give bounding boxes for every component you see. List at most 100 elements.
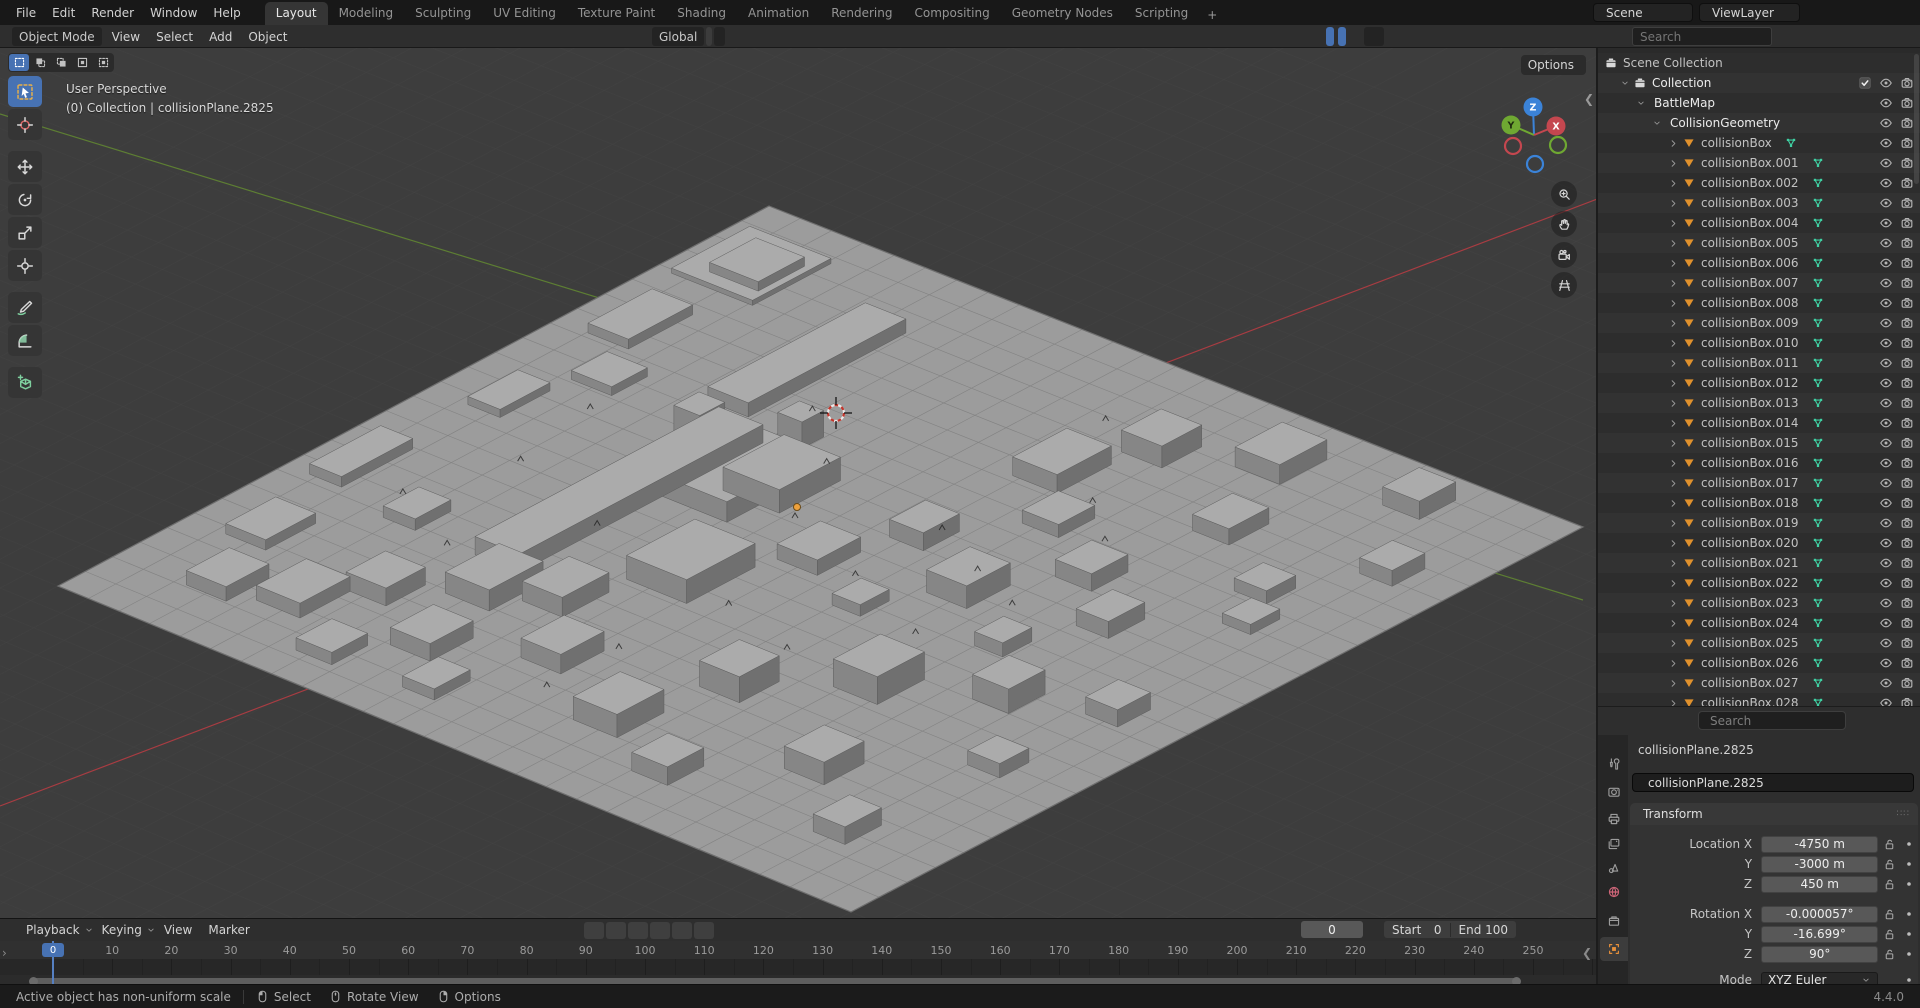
outliner-row[interactable]: BattleMap	[1598, 93, 1920, 113]
outliner-row[interactable]: collisionBox.027	[1598, 673, 1920, 693]
select-intersect-button[interactable]	[93, 54, 113, 71]
eye-icon[interactable]	[1879, 416, 1893, 430]
expander-closed-icon[interactable]	[1668, 618, 1679, 629]
expander-closed-icon[interactable]	[1668, 238, 1679, 249]
tab-shading[interactable]: Shading	[666, 2, 737, 25]
outliner-display-mode[interactable]	[1612, 27, 1618, 46]
animate-property-dot[interactable]	[1900, 928, 1918, 940]
editor-type-button[interactable]	[4, 27, 10, 46]
eye-icon[interactable]	[1879, 196, 1893, 210]
camera-icon[interactable]	[1900, 596, 1914, 610]
tab-rendering[interactable]: Rendering	[820, 2, 903, 25]
tab-layout[interactable]: Layout	[265, 2, 328, 25]
tool-scale-button[interactable]	[8, 217, 42, 248]
camera-icon[interactable]	[1900, 416, 1914, 430]
outliner-row[interactable]: collisionBox.021	[1598, 553, 1920, 573]
eye-icon[interactable]	[1879, 476, 1893, 490]
eye-icon[interactable]	[1879, 236, 1893, 250]
current-frame-field[interactable]: 0	[1301, 921, 1363, 938]
xray-toggle[interactable]	[1356, 27, 1362, 46]
lock-toggle[interactable]	[1878, 878, 1900, 891]
falloff-selector[interactable]	[735, 27, 741, 46]
camera-icon[interactable]	[1900, 436, 1914, 450]
transform-value-field[interactable]: -4750 m	[1761, 836, 1878, 853]
expander-closed-icon[interactable]	[1668, 358, 1679, 369]
outliner-row[interactable]: collisionBox.005	[1598, 233, 1920, 253]
outliner-row[interactable]: Scene Collection	[1598, 53, 1920, 73]
properties-tab-world[interactable]	[1600, 880, 1628, 904]
transform-value-field[interactable]: 450 m	[1761, 876, 1878, 893]
eye-icon[interactable]	[1879, 696, 1893, 706]
collapse-region-icon[interactable]: ❮	[1584, 92, 1594, 106]
camera-icon[interactable]	[1900, 516, 1914, 530]
expander-closed-icon[interactable]	[1668, 318, 1679, 329]
tab-modeling[interactable]: Modeling	[328, 2, 405, 25]
expander-closed-icon[interactable]	[1668, 698, 1679, 707]
camera-icon[interactable]	[1900, 196, 1914, 210]
expander-closed-icon[interactable]	[1668, 398, 1679, 409]
animate-property-dot[interactable]	[1900, 948, 1918, 960]
viewport-canvas[interactable]	[0, 48, 1596, 918]
selectability-dropdown[interactable]	[1318, 27, 1324, 46]
eye-icon[interactable]	[1879, 496, 1893, 510]
eye-icon[interactable]	[1879, 656, 1893, 670]
eye-icon[interactable]	[1879, 556, 1893, 570]
expander-closed-icon[interactable]	[1668, 518, 1679, 529]
play-reverse-button[interactable]	[628, 922, 648, 939]
outliner-row[interactable]: collisionBox.010	[1598, 333, 1920, 353]
properties-search[interactable]	[1698, 711, 1846, 730]
mode-selector[interactable]: Object Mode	[12, 27, 102, 46]
expander-closed-icon[interactable]	[1668, 538, 1679, 549]
snap-toggle[interactable]	[706, 27, 712, 46]
camera-icon[interactable]	[1900, 256, 1914, 270]
expander-closed-icon[interactable]	[1668, 578, 1679, 589]
camera-icon[interactable]	[1900, 316, 1914, 330]
axis-negative-ball[interactable]	[1505, 138, 1521, 154]
camera-icon[interactable]	[1900, 156, 1914, 170]
outliner-scrollbar[interactable]	[1914, 54, 1919, 184]
animate-property-dot[interactable]	[1900, 838, 1918, 850]
expander-closed-icon[interactable]	[1668, 638, 1679, 649]
tool-rotate-button[interactable]	[8, 184, 42, 215]
expander-closed-icon[interactable]	[1668, 498, 1679, 509]
eye-icon[interactable]	[1879, 256, 1893, 270]
gizmo-toggle[interactable]	[1326, 27, 1334, 46]
eye-icon[interactable]	[1879, 116, 1893, 130]
outliner-row[interactable]: collisionBox.016	[1598, 453, 1920, 473]
camera-icon[interactable]	[1900, 396, 1914, 410]
tool-move-button[interactable]	[8, 151, 42, 182]
orientation-selector[interactable]: Global	[652, 27, 704, 46]
toggle-projection-button[interactable]	[1551, 272, 1577, 298]
viewport-menu-select[interactable]: Select	[148, 30, 201, 44]
eye-icon[interactable]	[1879, 356, 1893, 370]
expander-closed-icon[interactable]	[1668, 298, 1679, 309]
expander-closed-icon[interactable]	[1668, 558, 1679, 569]
timeline-menu-view[interactable]: View	[156, 923, 200, 937]
tab-uv-editing[interactable]: UV Editing	[482, 2, 567, 25]
camera-icon[interactable]	[1900, 496, 1914, 510]
overlays-toggle[interactable]	[1338, 27, 1346, 46]
eye-icon[interactable]	[1879, 156, 1893, 170]
next-keyframe-button[interactable]	[672, 922, 692, 939]
play-button[interactable]	[650, 922, 670, 939]
tool-select-box-button[interactable]	[8, 76, 42, 107]
outliner-row[interactable]: collisionBox.004	[1598, 213, 1920, 233]
snap-settings[interactable]	[714, 27, 725, 46]
scene-selector[interactable]: Scene	[1593, 3, 1693, 22]
outliner-row[interactable]: collisionBox.014	[1598, 413, 1920, 433]
outliner-row[interactable]: collisionBox	[1598, 133, 1920, 153]
transform-value-field[interactable]: 90°	[1761, 946, 1878, 963]
camera-icon[interactable]	[1900, 676, 1914, 690]
collapse-region-icon[interactable]: ❮	[1582, 946, 1592, 960]
camera-icon[interactable]	[1900, 76, 1914, 90]
animate-property-dot[interactable]	[1900, 858, 1918, 870]
expand-region-icon[interactable]: ›	[2, 946, 7, 960]
menu-render[interactable]: Render	[83, 6, 142, 20]
camera-icon[interactable]	[1900, 296, 1914, 310]
outliner-row[interactable]: collisionBox.009	[1598, 313, 1920, 333]
outliner-row[interactable]: collisionBox.026	[1598, 653, 1920, 673]
properties-tab-viewlayer[interactable]	[1600, 832, 1628, 856]
camera-icon[interactable]	[1900, 176, 1914, 190]
timeline-menu-marker[interactable]: Marker	[200, 923, 257, 937]
expander-closed-icon[interactable]	[1668, 338, 1679, 349]
